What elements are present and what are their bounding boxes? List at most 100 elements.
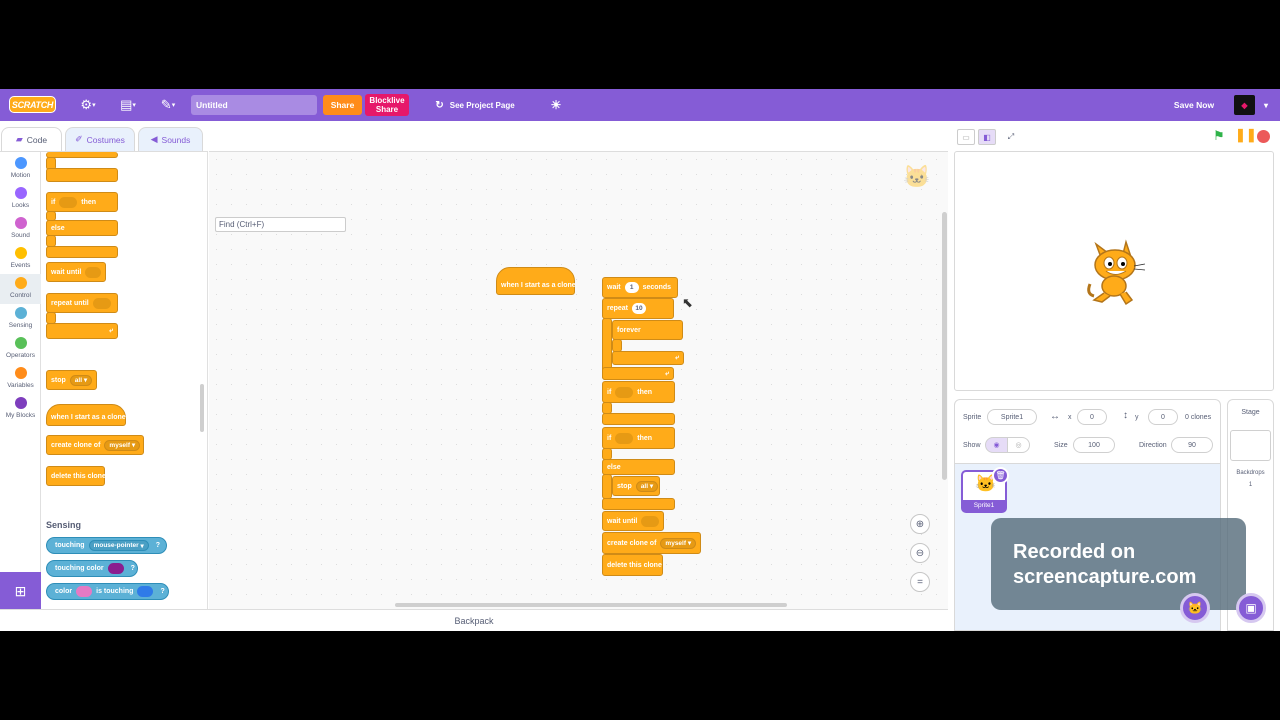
zoom-in-button[interactable]: ⊕ [910, 514, 930, 534]
palette-create-clone-block[interactable]: create clone of myself ▾ [46, 435, 144, 455]
block-text: when I start as a clone [501, 281, 576, 289]
ws-if-block-1[interactable]: if then [602, 381, 675, 403]
see-project-page-button[interactable]: ↻ See Project Page [425, 94, 525, 116]
palette-stop-block[interactable]: stop all ▾ [46, 370, 97, 390]
zoom-reset-button[interactable]: = [910, 572, 930, 592]
backpack-bar[interactable]: Backpack [0, 609, 948, 631]
category-sound[interactable]: Sound [0, 214, 41, 244]
zoom-out-button[interactable]: ⊖ [910, 543, 930, 563]
condition-slot [59, 196, 78, 208]
ws-create-clone-block[interactable]: create clone of myself ▾ [602, 532, 701, 554]
block-text: touching color [55, 565, 104, 572]
palette-touching-block[interactable]: touching mouse-pointer ▾? [46, 537, 167, 554]
category-label: My Blocks [5, 412, 36, 419]
size-input[interactable]: 100 [1073, 437, 1115, 453]
ws-wait-until-block[interactable]: wait until [602, 511, 664, 531]
size-label: Size [1054, 442, 1068, 449]
project-title-input[interactable]: Untitled [191, 95, 317, 115]
edit-menu[interactable]: ✎ ▾ [157, 95, 179, 115]
block-text: when I start as a clone [51, 414, 126, 421]
theme-toggle[interactable]: ☀ [545, 95, 567, 115]
ws-if-else-block[interactable]: if then [602, 427, 675, 449]
settings-menu[interactable]: ⚙ ▾ [77, 95, 99, 115]
add-sprite-button[interactable]: 🐱 [1180, 593, 1210, 623]
category-my-blocks[interactable]: My Blocks [0, 394, 41, 424]
category-label: Looks [11, 202, 30, 209]
palette-wait-until-block[interactable]: wait until [46, 262, 106, 282]
stop-dropdown[interactable]: all ▾ [635, 480, 659, 492]
normal-stage-button[interactable]: ◧ [978, 129, 996, 145]
palette-color-touching-block[interactable]: color is touching? [46, 583, 169, 600]
y-input[interactable]: 0 [1148, 409, 1178, 425]
palette-c-block-bottom[interactable] [46, 152, 118, 158]
palette-repeat-until-block[interactable]: repeat until [46, 293, 118, 313]
palette-touching-color-block[interactable]: touching color? [46, 560, 138, 577]
clone-target-dropdown[interactable]: myself ▾ [104, 439, 141, 451]
condition-slot [85, 266, 101, 278]
category-sensing[interactable]: Sensing [0, 304, 41, 334]
color-swatch[interactable] [137, 586, 154, 597]
x-input[interactable]: 0 [1077, 409, 1107, 425]
palette-scrollbar[interactable] [200, 384, 204, 432]
chevron-down-icon: ▾ [171, 102, 176, 109]
small-stage-button[interactable]: ▭ [957, 129, 975, 145]
color-swatch[interactable] [107, 563, 124, 574]
save-now-button[interactable]: Save Now [1166, 95, 1222, 115]
category-operators[interactable]: Operators [0, 334, 41, 364]
color-swatch[interactable] [76, 586, 93, 597]
ws-stop-block[interactable]: stop all ▾ [612, 476, 660, 496]
cat-add-icon: 🐱 [1187, 601, 1203, 615]
menu-bar: SCRATCH ⚙ ▾ ▤ ▾ ✎ ▾ Untitled Share Blockliv… [0, 89, 1280, 121]
scratch-logo[interactable]: SCRATCH [9, 96, 56, 113]
backdrop-thumbnail[interactable] [1230, 430, 1271, 461]
palette-delete-clone-block[interactable]: delete this clone [46, 466, 106, 486]
palette-when-clone-hat[interactable]: when I start as a clone [46, 404, 126, 426]
delete-sprite-button[interactable]: 🗑 [992, 467, 1009, 484]
category-events[interactable]: Events [0, 244, 41, 274]
palette-if-else-foot [46, 246, 118, 258]
add-backdrop-button[interactable]: ▣ [1236, 593, 1266, 623]
pause-button[interactable]: ❚❚ [1235, 127, 1257, 143]
sprite-name-input[interactable]: Sprite1 [987, 409, 1037, 425]
category-looks[interactable]: Looks [0, 184, 41, 214]
fullscreen-icon: ⤢ [1007, 132, 1015, 141]
ws-repeat-block[interactable]: repeat 10 [602, 298, 674, 319]
looks-dot-icon [14, 187, 27, 199]
file-menu[interactable]: ▤ ▾ [117, 95, 139, 115]
tab-sounds[interactable]: ◀ Sounds [138, 127, 203, 151]
add-extension-button[interactable]: ⊞ [0, 572, 41, 609]
blocklive-share-button[interactable]: Blocklive Share [365, 94, 409, 116]
stage-canvas[interactable] [954, 151, 1274, 391]
palette-if-else-block[interactable]: if then [46, 192, 118, 212]
workspace-horizontal-scrollbar[interactable] [395, 603, 787, 607]
show-hidden-button[interactable]: ◎ [1007, 437, 1030, 453]
category-variables[interactable]: Variables [0, 364, 41, 394]
ws-delete-clone-block[interactable]: delete this clone [602, 554, 663, 576]
touching-dropdown[interactable]: mouse-pointer ▾ [88, 540, 149, 551]
category-motion[interactable]: Motion [0, 154, 41, 184]
workspace-vertical-scrollbar[interactable] [942, 212, 947, 480]
fullscreen-button[interactable]: ⤢ [1002, 129, 1020, 145]
green-flag-button[interactable]: ⚑ [1213, 128, 1225, 144]
repeat-value-input[interactable]: 10 [632, 303, 647, 314]
loop-arrow-icon: ⤶ [665, 369, 669, 377]
ws-forever-block[interactable]: forever [612, 320, 683, 340]
account-menu-caret[interactable]: ▾ [1260, 97, 1272, 113]
ws-wait-block[interactable]: wait 1 seconds [602, 277, 678, 298]
trash-icon: 🗑 [995, 471, 1006, 480]
direction-input[interactable]: 90 [1171, 437, 1213, 453]
wait-value-input[interactable]: 1 [624, 282, 639, 293]
tab-code[interactable]: ▰ Code [1, 127, 62, 151]
share-button[interactable]: Share [323, 95, 362, 115]
ws-else-row: else [602, 459, 675, 475]
ws-when-clone-hat[interactable]: when I start as a clone [496, 267, 576, 295]
avatar[interactable]: ◆ [1234, 95, 1255, 115]
stop-button[interactable] [1257, 130, 1270, 143]
cat-sprite[interactable] [1082, 238, 1148, 306]
stop-dropdown[interactable]: all ▾ [69, 374, 93, 386]
category-control[interactable]: Control [0, 274, 41, 304]
clone-target-dropdown[interactable]: myself ▾ [660, 537, 697, 549]
find-input[interactable]: Find (Ctrl+F) [215, 217, 346, 232]
tab-costumes[interactable]: ✐ Costumes [65, 127, 135, 151]
show-visible-button[interactable]: ◉ [985, 437, 1008, 453]
